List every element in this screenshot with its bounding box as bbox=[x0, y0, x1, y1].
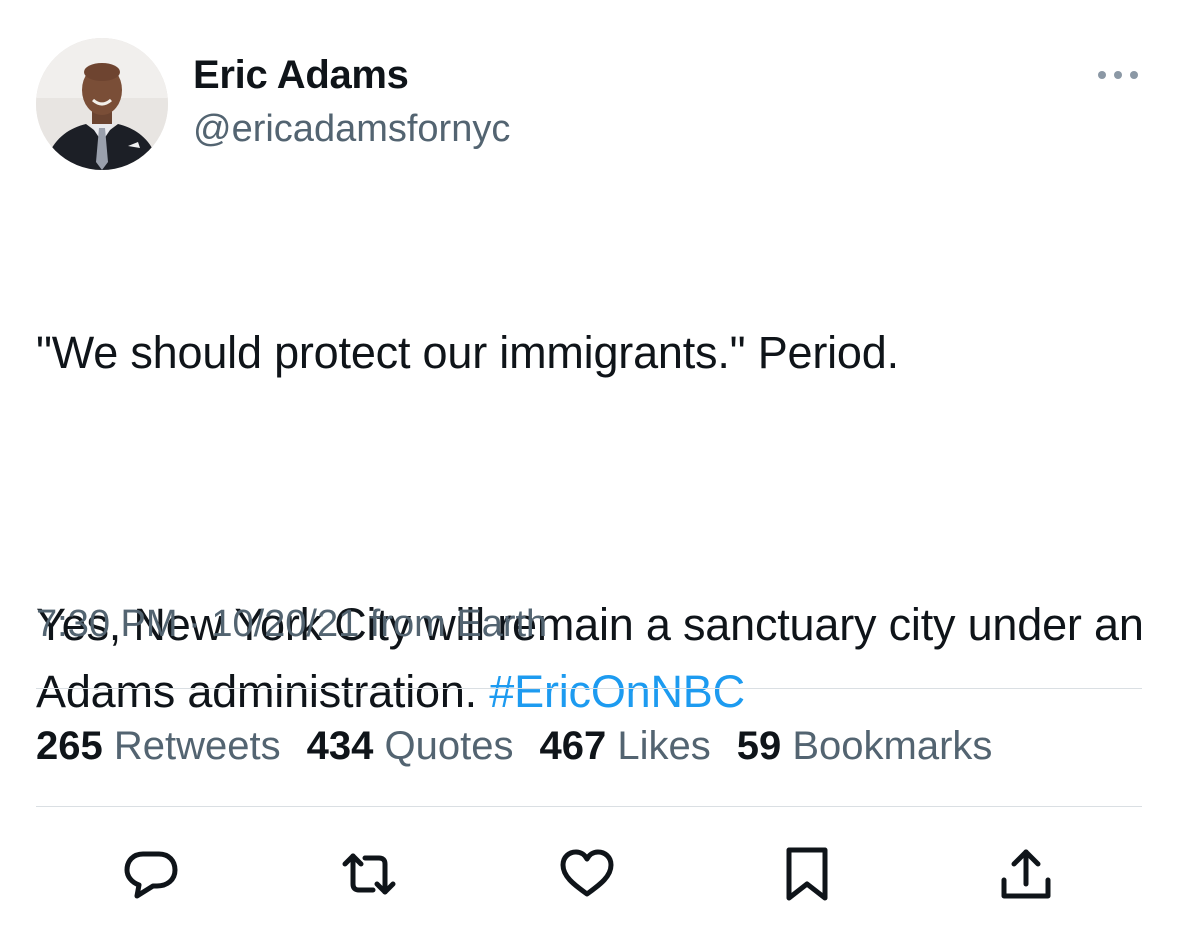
retweets-label: Retweets bbox=[113, 724, 281, 768]
hashtag-link[interactable]: #EricOnNBC bbox=[489, 666, 745, 717]
retweets-count: 265 bbox=[36, 724, 103, 768]
quotes-stat[interactable]: 434 Quotes bbox=[307, 724, 514, 769]
tweet: Eric Adams @ericadamsfornyc "We should p… bbox=[0, 0, 1179, 938]
likes-label: Likes bbox=[617, 724, 711, 768]
engagement-stats: 265 Retweets 434 Quotes 467 Likes 59 Boo… bbox=[36, 724, 992, 769]
tweet-text: "We should protect our immigrants." Peri… bbox=[36, 252, 1146, 792]
bookmarks-stat[interactable]: 59 Bookmarks bbox=[737, 724, 993, 769]
tweet-line-1: "We should protect our immigrants." Peri… bbox=[36, 327, 899, 378]
divider bbox=[36, 806, 1142, 807]
avatar[interactable] bbox=[36, 38, 168, 170]
more-options-icon[interactable] bbox=[1090, 60, 1146, 90]
bookmarks-label: Bookmarks bbox=[792, 724, 993, 768]
tweet-source: from Earth bbox=[369, 603, 548, 645]
like-icon[interactable] bbox=[559, 846, 615, 902]
divider bbox=[36, 688, 1142, 689]
author-handle[interactable]: @ericadamsfornyc bbox=[193, 108, 510, 151]
tweet-time[interactable]: 7:30 PM bbox=[36, 603, 178, 645]
share-icon[interactable] bbox=[998, 846, 1054, 902]
bookmark-icon[interactable] bbox=[779, 846, 835, 902]
quotes-label: Quotes bbox=[384, 724, 514, 768]
likes-stat[interactable]: 467 Likes bbox=[539, 724, 710, 769]
meta-separator: · bbox=[188, 603, 201, 645]
author-name[interactable]: Eric Adams bbox=[193, 53, 409, 98]
retweets-stat[interactable]: 265 Retweets bbox=[36, 724, 281, 769]
profile-photo-icon bbox=[36, 38, 168, 170]
reply-icon[interactable] bbox=[123, 846, 179, 902]
quotes-count: 434 bbox=[306, 724, 374, 768]
likes-count: 467 bbox=[539, 724, 607, 768]
tweet-date[interactable]: 10/20/21 bbox=[211, 603, 359, 645]
bookmarks-count: 59 bbox=[736, 724, 782, 768]
tweet-metadata: 7:30 PM · 10/20/21 from Earth bbox=[36, 603, 547, 646]
retweet-icon[interactable] bbox=[341, 846, 397, 902]
